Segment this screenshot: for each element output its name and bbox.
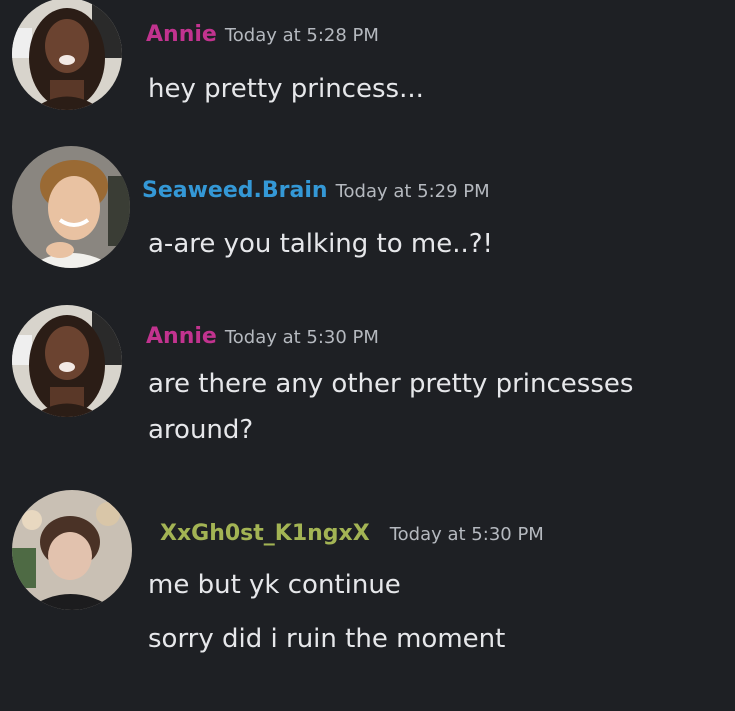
annie-avatar-image	[12, 305, 122, 417]
message-header: Annie Today at 5:30 PM	[146, 326, 379, 348]
message-text: sorry did i ruin the moment	[148, 624, 506, 654]
annie-avatar-image	[12, 0, 122, 110]
timestamp: Today at 5:28 PM	[224, 25, 379, 46]
chat-log: Annie Today at 5:28 PM hey pretty princes…	[0, 0, 735, 711]
user-avatar[interactable]	[12, 490, 132, 610]
seaweed-brain-avatar-image	[12, 146, 130, 268]
message-header: Annie Today at 5:28 PM	[146, 24, 379, 46]
message-header: XxGh0st_K1ngxX Today at 5:30 PM	[160, 523, 544, 545]
message-text: me but yk continue	[148, 570, 401, 600]
user-avatar[interactable]	[12, 146, 130, 268]
timestamp: Today at 5:30 PM	[224, 327, 379, 348]
username[interactable]: XxGh0st_K1ngxX	[160, 521, 370, 546]
user-avatar[interactable]	[12, 305, 122, 417]
username[interactable]: Annie	[146, 22, 217, 47]
message-text: are there any other pretty princesses	[148, 369, 634, 399]
user-avatar[interactable]	[12, 0, 122, 110]
message-text: a-are you talking to me..?!	[148, 229, 493, 259]
username[interactable]: Seaweed.Brain	[142, 178, 328, 203]
username[interactable]: Annie	[146, 324, 217, 349]
message-text: hey pretty princess...	[148, 74, 424, 104]
xxghost-avatar-image	[12, 490, 132, 610]
timestamp: Today at 5:30 PM	[389, 524, 544, 545]
timestamp: Today at 5:29 PM	[335, 181, 490, 202]
message-header: Seaweed.Brain Today at 5:29 PM	[142, 180, 490, 202]
message-text: around?	[148, 415, 254, 445]
